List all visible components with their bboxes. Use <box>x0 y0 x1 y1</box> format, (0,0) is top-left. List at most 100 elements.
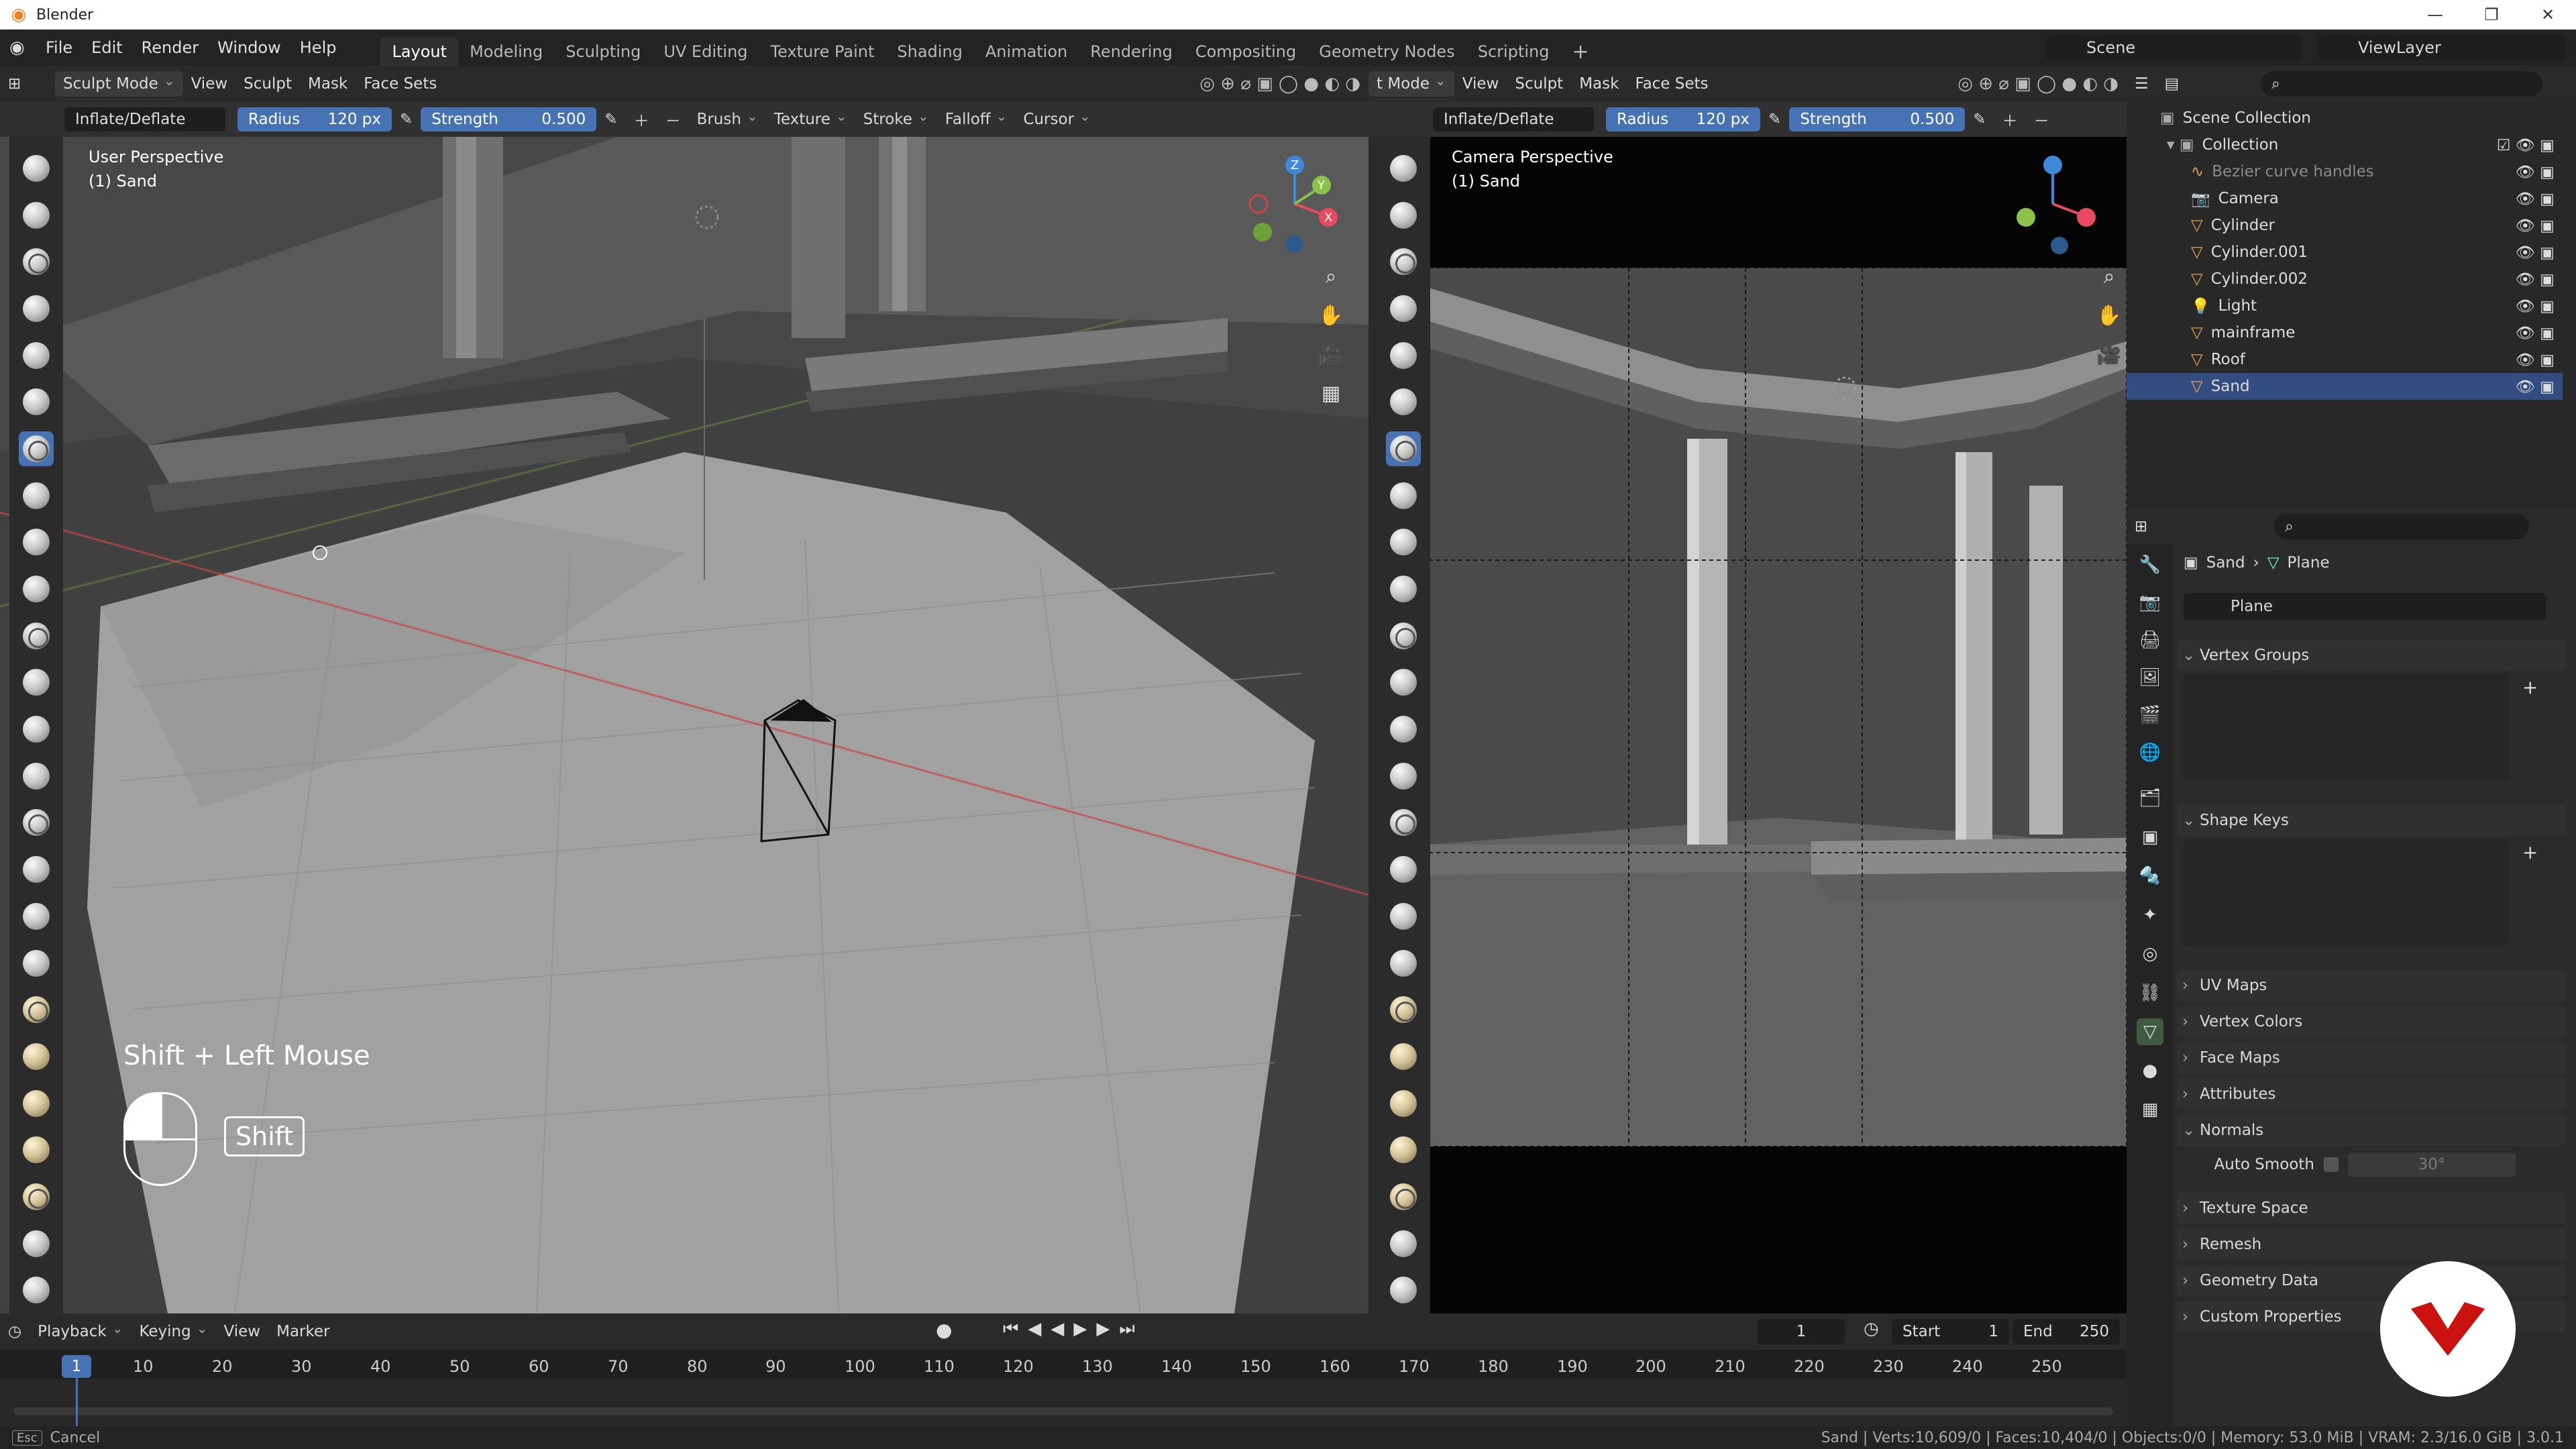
visibility-icons[interactable]: 👁 ▣ <box>2516 163 2555 181</box>
right-menu-sculpt[interactable]: Sculpt <box>1507 70 1571 97</box>
maximize-button[interactable]: ❐ <box>2463 0 2520 30</box>
keying-menu[interactable]: Keying <box>131 1318 215 1345</box>
right-tool-21-icon[interactable] <box>1386 1086 1421 1121</box>
left-tool-22-icon[interactable] <box>19 1132 54 1167</box>
left-tool-5-icon[interactable] <box>19 338 54 373</box>
left-tool-2-icon[interactable] <box>19 198 54 233</box>
right-pan-hand-icon[interactable]: ✋ <box>2093 299 2125 331</box>
auto-smooth-checkbox[interactable] <box>2324 1157 2339 1172</box>
scene-selector[interactable]: Scene <box>2046 35 2301 60</box>
right-tool-6-icon[interactable] <box>1386 384 1421 419</box>
menu-file[interactable]: File <box>36 30 82 66</box>
menu-view[interactable]: View <box>183 70 236 97</box>
right-strength-pressure-icon[interactable]: ✎ <box>1965 106 1994 133</box>
panel-shape-keys[interactable]: ⌄ Shape Keys <box>2177 805 2566 836</box>
outliner-item[interactable]: 💡 Light 👁 ▣ <box>2127 292 2563 319</box>
left-tool-9-icon[interactable] <box>19 525 54 560</box>
menu-window[interactable]: Window <box>208 30 290 66</box>
properties-tab-10-icon[interactable]: ✦ <box>2137 902 2163 928</box>
right-tool-10-icon[interactable] <box>1386 572 1421 606</box>
right-tool-8-icon[interactable] <box>1386 478 1421 513</box>
properties-tab-3-icon[interactable]: 🖨 <box>2137 627 2163 653</box>
shape-keys-list[interactable] <box>2184 839 2509 946</box>
menu-help[interactable]: Help <box>290 30 346 66</box>
texture-menu[interactable]: Texture <box>766 106 855 133</box>
playback-menu[interactable]: Playback <box>30 1318 131 1345</box>
right-tool-23-icon[interactable] <box>1386 1179 1421 1214</box>
start-frame-field[interactable]: Start 1 <box>1892 1319 2009 1344</box>
viewlayer-selector[interactable]: ViewLayer <box>2318 35 2566 60</box>
right-tool-14-icon[interactable] <box>1386 759 1421 794</box>
properties-tab-15-icon[interactable]: ▦ <box>2137 1096 2163 1123</box>
panel-normals[interactable]: ⌄ Normals <box>2177 1115 2566 1146</box>
right-tool-18-icon[interactable] <box>1386 946 1421 981</box>
left-tool-10-icon[interactable] <box>19 572 54 606</box>
right-menu-mask[interactable]: Mask <box>1571 70 1627 97</box>
properties-tab-2-icon[interactable]: 📷 <box>2137 589 2163 616</box>
properties-tab-7-icon[interactable]: 🗂 <box>2137 785 2163 812</box>
outliner-search-input[interactable]: ⌕ <box>2261 71 2542 97</box>
strength-pressure-icon[interactable]: ✎ <box>596 106 625 133</box>
left-tool-11-icon[interactable] <box>19 619 54 653</box>
menu-sculpt[interactable]: Sculpt <box>235 70 300 97</box>
left-tool-1-icon[interactable] <box>19 151 54 186</box>
outliner-item[interactable]: ∿ Bezier curve handles 👁 ▣ <box>2127 158 2563 185</box>
panel-uv-maps[interactable]: › UV Maps <box>2177 970 2566 1001</box>
zoom-icon[interactable]: ⌕ <box>1315 260 1347 292</box>
right-tool-5-icon[interactable] <box>1386 338 1421 373</box>
right-add-icon[interactable]: ＋ <box>1994 106 2026 133</box>
collection-visibility-icons[interactable]: ☑ 👁 ▣ <box>2497 136 2555 154</box>
tab-compositing[interactable]: Compositing <box>1184 38 1307 66</box>
add-direction-icon[interactable]: ＋ <box>626 106 657 133</box>
right-shading-icons[interactable]: ◎ ⊕ ⌀ ▣ ◯ ● ◐ ◑ <box>1949 70 2127 97</box>
timeline-editor-icon[interactable]: ◷ <box>0 1318 30 1345</box>
panel-geometry-data[interactable]: › Geometry Data <box>2177 1265 2566 1296</box>
tab-geometry-nodes[interactable]: Geometry Nodes <box>1307 38 1466 66</box>
visibility-icons[interactable]: 👁 ▣ <box>2516 378 2555 396</box>
right-tool-1-icon[interactable] <box>1386 151 1421 186</box>
right-tool-24-icon[interactable] <box>1386 1226 1421 1261</box>
tab-shading[interactable]: Shading <box>885 38 974 66</box>
right-tool-4-icon[interactable] <box>1386 291 1421 326</box>
tab-modeling[interactable]: Modeling <box>458 38 554 66</box>
right-tool-25-icon[interactable] <box>1386 1273 1421 1308</box>
preview-range-icon[interactable]: ◷ <box>1864 1319 1879 1339</box>
timeline-scrollbar[interactable] <box>13 1407 2113 1415</box>
ortho-grid-icon[interactable]: ▦ <box>1315 377 1347 409</box>
left-tool-4-icon[interactable] <box>19 291 54 326</box>
panel-vertex-colors[interactable]: › Vertex Colors <box>2177 1006 2566 1037</box>
right-brush-selector[interactable]: Inflate/Deflate <box>1433 107 1594 131</box>
right-mode-selector[interactable]: t Mode <box>1368 71 1454 97</box>
outliner-item[interactable]: ▽ mainframe 👁 ▣ <box>2127 319 2563 346</box>
left-tool-21-icon[interactable] <box>19 1086 54 1121</box>
right-tool-22-icon[interactable] <box>1386 1132 1421 1167</box>
right-subtract-icon[interactable]: － <box>2026 106 2057 133</box>
outliner-item[interactable]: ▽ Cylinder.002 👁 ▣ <box>2127 266 2563 292</box>
right-tool-17-icon[interactable] <box>1386 899 1421 934</box>
stroke-menu[interactable]: Stroke <box>855 106 937 133</box>
properties-tab-11-icon[interactable]: ◎ <box>2137 941 2163 967</box>
blender-menu-icon[interactable]: ◉ <box>9 38 36 58</box>
left-tool-14-icon[interactable] <box>19 759 54 794</box>
right-tool-7-icon[interactable] <box>1386 431 1421 466</box>
visibility-icons[interactable]: 👁 ▣ <box>2516 324 2555 342</box>
mesh-name-field[interactable]: Plane <box>2184 593 2546 620</box>
auto-smooth-angle-field[interactable]: 30° <box>2348 1152 2516 1177</box>
properties-tab-8-icon[interactable]: ▣ <box>2137 824 2163 851</box>
right-tool-2-icon[interactable] <box>1386 198 1421 233</box>
left-tool-7-icon[interactable] <box>19 431 54 466</box>
right-navigation-gizmo[interactable] <box>1992 150 2113 258</box>
left-tool-3-icon[interactable] <box>19 244 54 279</box>
outliner-item[interactable]: 📷 Camera 👁 ▣ <box>2127 185 2563 212</box>
falloff-menu[interactable]: Falloff <box>937 106 1016 133</box>
left-tool-20-icon[interactable] <box>19 1039 54 1074</box>
left-tool-18-icon[interactable] <box>19 946 54 981</box>
properties-search-input[interactable]: ⌕ <box>2274 514 2529 539</box>
visibility-icons[interactable]: 👁 ▣ <box>2516 297 2555 315</box>
tab-rendering[interactable]: Rendering <box>1079 38 1184 66</box>
mode-selector[interactable]: Sculpt Mode <box>55 71 183 97</box>
playback-controls-icons[interactable]: ⏮◀◀▶▶⏭ <box>1003 1319 1144 1340</box>
right-camera-view-icon[interactable]: 🎥 <box>2093 338 2125 370</box>
menu-face-sets[interactable]: Face Sets <box>356 70 445 97</box>
properties-tab-13-icon[interactable]: ▽ <box>2137 1018 2163 1045</box>
